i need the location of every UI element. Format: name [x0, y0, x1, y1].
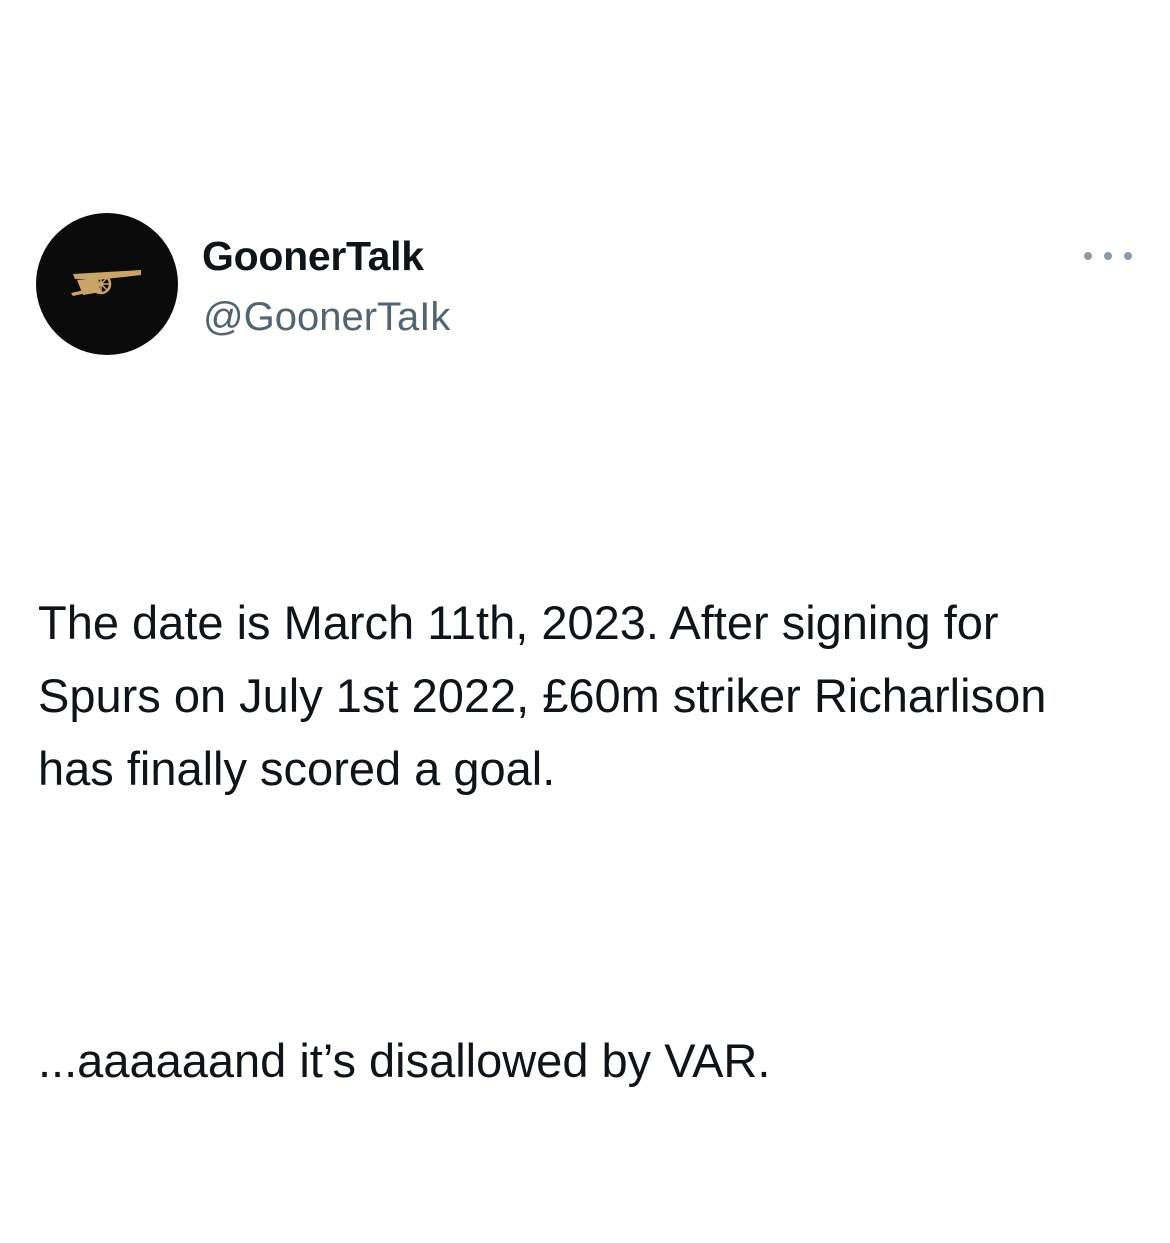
- more-horizontal-icon: [1084, 252, 1092, 260]
- tweet-paragraph: ...aaaaaand it’s disallowed by VAR.: [38, 1034, 771, 1087]
- avatar[interactable]: [36, 213, 178, 355]
- tweet: GoonerTalk @GoonerTaIk The date is March…: [0, 0, 1170, 1087]
- more-options-button[interactable]: [1084, 244, 1132, 268]
- more-horizontal-icon: [1104, 252, 1112, 260]
- tweet-paragraph: The date is March 11th, 2023. After sign…: [38, 596, 1060, 795]
- author-handle[interactable]: @GoonerTaIk: [203, 293, 450, 341]
- author-display-name[interactable]: GoonerTalk: [202, 232, 424, 280]
- arsenal-cannon-icon: [67, 262, 147, 307]
- more-horizontal-icon: [1124, 252, 1132, 260]
- tweet-text: The date is March 11th, 2023. After sign…: [38, 440, 1128, 1243]
